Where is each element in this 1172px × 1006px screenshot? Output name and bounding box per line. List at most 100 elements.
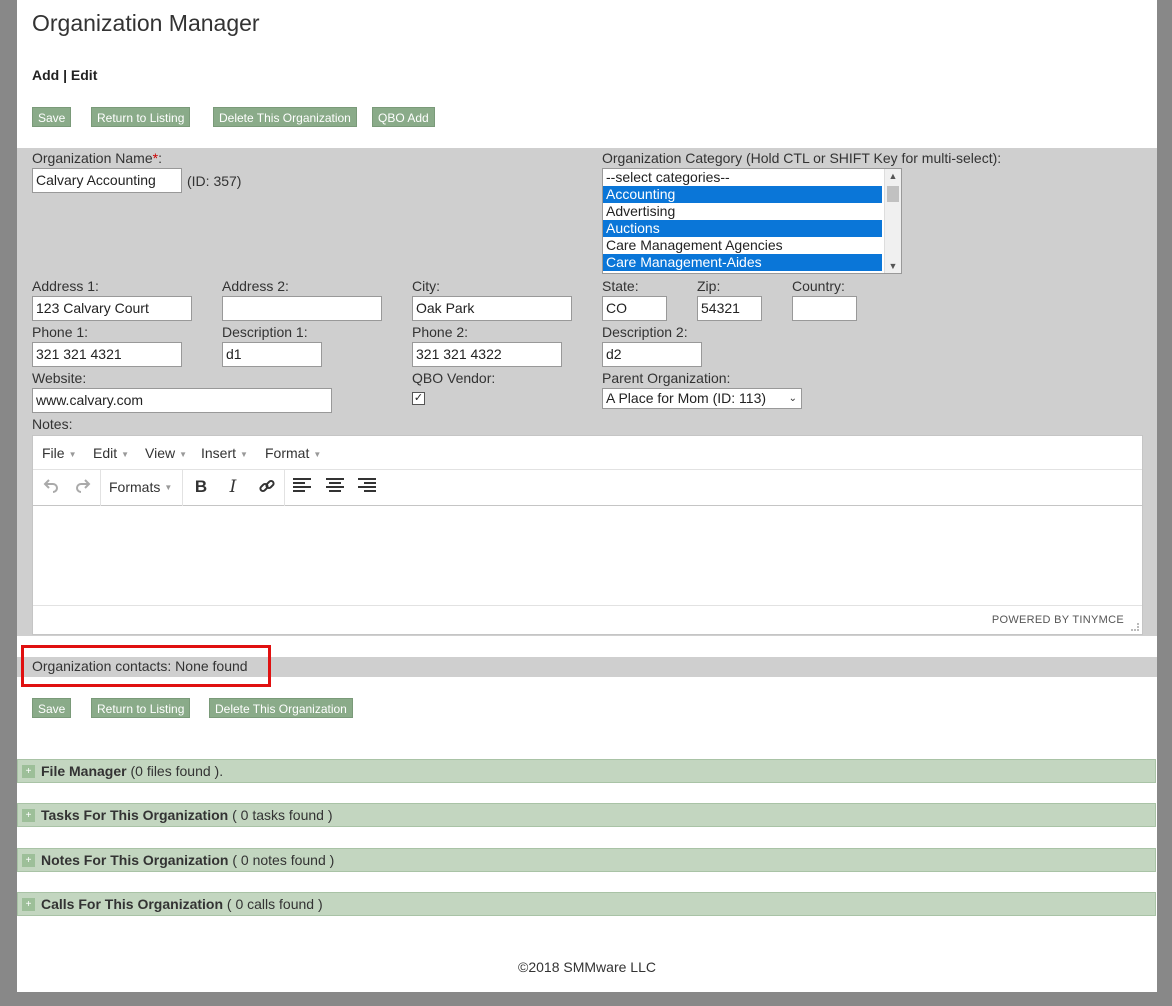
- desc2-input[interactable]: d2: [602, 342, 702, 367]
- return-to-listing-button[interactable]: Return to Listing: [91, 107, 191, 127]
- resize-handle-icon[interactable]: [1131, 623, 1139, 631]
- org-name-label: Organization Name*:: [32, 150, 162, 166]
- city-input[interactable]: Oak Park: [412, 296, 572, 321]
- toolbar-separator: [182, 470, 183, 506]
- formats-dropdown[interactable]: Formats ▼: [109, 477, 172, 497]
- panel-count: (0 files found ).: [126, 763, 224, 779]
- delete-organization-button-bottom[interactable]: Delete This Organization: [209, 698, 353, 718]
- org-id-text: (ID: 357): [187, 173, 242, 189]
- editor-content-area[interactable]: [33, 506, 1142, 606]
- qbo-add-button[interactable]: QBO Add: [372, 107, 435, 127]
- menu-edit-label: Edit: [93, 445, 118, 461]
- panel-title-text: File Manager: [41, 763, 127, 779]
- notes-editor: File ▼ Edit ▼ View ▼ Insert ▼ Format ▼ Format…: [32, 435, 1143, 635]
- category-listbox[interactable]: --select categories-- Accounting Advertisi…: [602, 168, 902, 274]
- file-manager-panel[interactable]: + File Manager (0 files found ).: [17, 759, 1156, 783]
- phone2-label: Phone 2:: [412, 324, 469, 340]
- org-name-input[interactable]: Calvary Accounting: [32, 168, 182, 193]
- tasks-panel[interactable]: + Tasks For This Organization ( 0 tasks …: [17, 803, 1156, 827]
- page: Organization Manager Add | Edit Save Ret…: [17, 0, 1157, 992]
- formats-label: Formats: [109, 479, 161, 495]
- category-option[interactable]: Care Management Agencies: [603, 237, 882, 254]
- caret-down-icon: ▼: [313, 449, 322, 459]
- category-label: Organization Category (Hold CTL or SHIFT…: [602, 150, 1002, 166]
- menu-view[interactable]: View ▼: [145, 445, 187, 461]
- panel-title: Notes For This Organization ( 0 notes fo…: [41, 852, 334, 868]
- parent-org-label: Parent Organization:: [602, 370, 731, 386]
- panel-count: ( 0 calls found ): [223, 896, 323, 912]
- org-name-label-colon: :: [158, 150, 162, 166]
- state-input[interactable]: CO: [602, 296, 667, 321]
- country-label: Country:: [792, 278, 845, 294]
- category-option[interactable]: Advertising: [603, 203, 882, 220]
- undo-icon[interactable]: [41, 477, 61, 497]
- editor-statusbar: POWERED BY TINYMCE: [33, 605, 1142, 634]
- scroll-thumb[interactable]: [887, 186, 899, 202]
- parent-org-select[interactable]: A Place for Mom (ID: 113) ⌄: [602, 388, 802, 409]
- plus-icon[interactable]: +: [22, 765, 35, 778]
- calls-panel[interactable]: + Calls For This Organization ( 0 calls …: [17, 892, 1156, 916]
- align-left-icon[interactable]: [292, 477, 312, 497]
- website-input[interactable]: www.calvary.com: [32, 388, 332, 413]
- footer-copyright: ©2018 SMMware LLC: [518, 959, 656, 975]
- listbox-scrollbar[interactable]: ▲ ▼: [884, 169, 901, 273]
- country-input[interactable]: [792, 296, 857, 321]
- page-title: Organization Manager: [32, 10, 260, 36]
- qbo-vendor-label: QBO Vendor:: [412, 370, 496, 386]
- plus-icon[interactable]: +: [22, 898, 35, 911]
- panel-title: Calls For This Organization ( 0 calls fo…: [41, 896, 323, 912]
- bold-icon[interactable]: B: [191, 477, 211, 497]
- delete-organization-button[interactable]: Delete This Organization: [213, 107, 357, 127]
- menu-format[interactable]: Format ▼: [265, 445, 321, 461]
- desc1-label: Description 1:: [222, 324, 308, 340]
- category-option[interactable]: Accounting: [603, 186, 882, 203]
- desc2-label: Description 2:: [602, 324, 688, 340]
- panel-count: ( 0 notes found ): [228, 852, 335, 868]
- desc1-input[interactable]: d1: [222, 342, 322, 367]
- redo-icon[interactable]: [73, 477, 93, 497]
- category-option[interactable]: Auctions: [603, 220, 882, 237]
- parent-org-value: A Place for Mom (ID: 113): [606, 390, 767, 406]
- notes-panel[interactable]: + Notes For This Organization ( 0 notes …: [17, 848, 1156, 872]
- caret-down-icon: ▼: [240, 449, 248, 459]
- panel-title-text: Tasks For This Organization: [41, 807, 229, 823]
- zip-input[interactable]: 54321: [697, 296, 762, 321]
- category-options: --select categories-- Accounting Advertisi…: [603, 169, 901, 271]
- plus-icon[interactable]: +: [22, 809, 35, 822]
- return-to-listing-button-bottom[interactable]: Return to Listing: [91, 698, 191, 718]
- powered-by-tinymce[interactable]: POWERED BY TINYMCE: [992, 614, 1124, 626]
- phone1-input[interactable]: 321 321 4321: [32, 342, 182, 367]
- caret-down-icon: ▼: [164, 483, 173, 493]
- caret-down-icon: ▼: [121, 449, 130, 459]
- panel-title: Tasks For This Organization ( 0 tasks fo…: [41, 807, 333, 823]
- category-option[interactable]: --select categories--: [603, 169, 882, 186]
- address1-input[interactable]: 123 Calvary Court: [32, 296, 192, 321]
- menu-insert[interactable]: Insert ▼: [201, 445, 248, 461]
- phone2-input[interactable]: 321 321 4322: [412, 342, 562, 367]
- phone1-label: Phone 1:: [32, 324, 89, 340]
- link-icon[interactable]: [257, 477, 277, 497]
- menu-edit[interactable]: Edit ▼: [93, 445, 129, 461]
- address2-input[interactable]: [222, 296, 382, 321]
- align-center-icon[interactable]: [325, 477, 345, 497]
- caret-down-icon: ▼: [68, 449, 77, 459]
- save-button-bottom[interactable]: Save: [32, 698, 72, 718]
- editor-toolbar: Formats ▼ B I: [33, 470, 1142, 506]
- qbo-vendor-checkbox[interactable]: ✓: [412, 392, 425, 405]
- menu-file[interactable]: File ▼: [42, 445, 76, 461]
- address1-label: Address 1:: [32, 278, 99, 294]
- scroll-up-icon[interactable]: ▲: [885, 169, 901, 183]
- menu-file-label: File: [42, 445, 65, 461]
- website-label: Website:: [32, 370, 87, 386]
- zip-label: Zip:: [697, 278, 721, 294]
- italic-icon[interactable]: I: [223, 477, 243, 497]
- mode-label: Add | Edit: [32, 67, 98, 83]
- scroll-down-icon[interactable]: ▼: [885, 259, 901, 273]
- save-button[interactable]: Save: [32, 107, 72, 127]
- align-right-icon[interactable]: [357, 477, 377, 497]
- notes-label: Notes:: [32, 416, 73, 432]
- category-option[interactable]: Care Management-Aides: [603, 254, 882, 271]
- panel-count: ( 0 tasks found ): [228, 807, 333, 823]
- menu-view-label: View: [145, 445, 176, 461]
- plus-icon[interactable]: +: [22, 854, 35, 867]
